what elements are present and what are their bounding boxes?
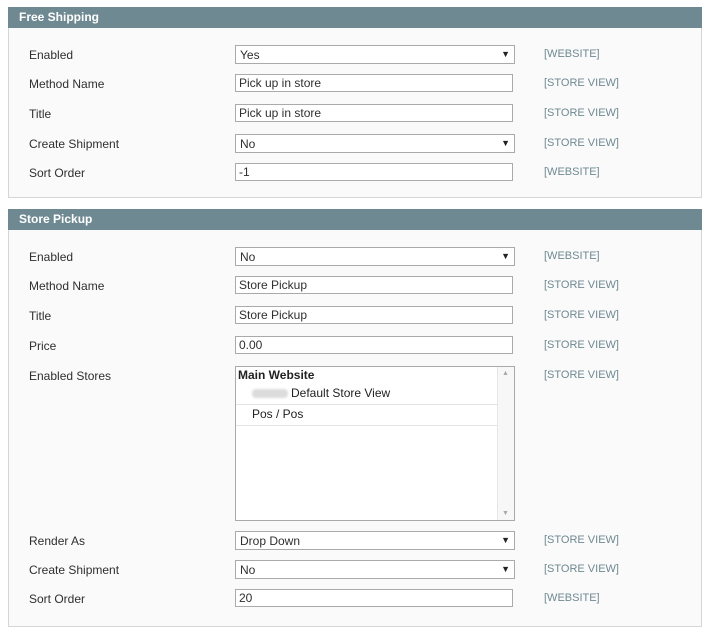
free-shipping-header[interactable]: Free Shipping — [8, 7, 702, 28]
section-title: Store Pickup — [19, 212, 93, 226]
scope-label: [WEBSITE] — [544, 592, 600, 604]
store-option[interactable]: Default Store View — [236, 383, 497, 405]
scope-label: [STORE VIEW] — [544, 339, 619, 351]
sp-enabled-row: Enabled No ▼ [WEBSITE] — [9, 247, 701, 267]
section-title: Free Shipping — [19, 10, 100, 24]
field-label: Create Shipment — [29, 563, 120, 577]
field-label: Method Name — [29, 279, 105, 293]
option-label: Default Store View — [291, 386, 391, 400]
fs-enabled-row: Enabled Yes ▼ [WEBSITE] — [9, 45, 701, 65]
scope-label: [STORE VIEW] — [544, 369, 619, 381]
optgroup-label: Main Website — [238, 368, 315, 382]
field-label: Create Shipment — [29, 137, 120, 151]
chevron-down-icon: ▼ — [501, 138, 510, 148]
scroll-up-icon[interactable]: ▲ — [502, 370, 509, 377]
field-label: Sort Order — [29, 592, 86, 606]
store-pickup-fields: Enabled No ▼ [WEBSITE] Method Name Store… — [8, 230, 702, 627]
sp-price-input[interactable]: 0.00 — [235, 336, 513, 354]
sp-sort-order-row: Sort Order 20 [WEBSITE] — [9, 589, 701, 609]
field-label: Sort Order — [29, 166, 86, 180]
field-label: Title — [29, 309, 52, 323]
enabled-stores-multiselect[interactable]: Main Website Default Store View Pos / Po… — [235, 366, 515, 521]
chevron-down-icon: ▼ — [501, 564, 510, 574]
sp-price-row: Price 0.00 [STORE VIEW] — [9, 336, 701, 356]
field-label: Method Name — [29, 77, 105, 91]
scope-label: [STORE VIEW] — [544, 534, 619, 546]
sp-render-as-row: Render As Drop Down ▼ [STORE VIEW] — [9, 531, 701, 551]
option-text-wrap: Default Store View — [252, 386, 390, 400]
scope-label: [STORE VIEW] — [544, 563, 619, 575]
scope-label: [STORE VIEW] — [544, 137, 619, 149]
sp-method-name-input[interactable]: Store Pickup — [235, 276, 513, 294]
fs-title-input[interactable]: Pick up in store — [235, 104, 513, 122]
store-option[interactable]: Pos / Pos — [236, 404, 497, 426]
scope-label: [WEBSITE] — [544, 250, 600, 262]
field-label: Price — [29, 339, 57, 353]
option-label: Pos / Pos — [252, 407, 304, 421]
sp-enabled-select[interactable]: No ▼ — [235, 247, 515, 266]
multiselect-scrollbar[interactable]: ▲ ▼ — [497, 367, 514, 520]
field-label: Enabled — [29, 250, 74, 264]
select-value: No — [240, 563, 256, 577]
fs-create-shipment-select[interactable]: No ▼ — [235, 134, 515, 153]
fs-sort-order-input[interactable]: -1 — [235, 163, 513, 181]
free-shipping-section: Free Shipping Enabled Yes ▼ [WEBSITE] Me… — [8, 7, 702, 199]
field-label: Title — [29, 107, 52, 121]
scope-label: [STORE VIEW] — [544, 279, 619, 291]
sp-title-row: Title Store Pickup [STORE VIEW] — [9, 306, 701, 326]
fs-create-shipment-row: Create Shipment No ▼ [STORE VIEW] — [9, 134, 701, 154]
fs-method-name-row: Method Name Pick up in store [STORE VIEW… — [9, 74, 701, 94]
sp-render-as-select[interactable]: Drop Down ▼ — [235, 531, 515, 550]
field-label: Enabled Stores — [29, 369, 112, 383]
field-label: Enabled — [29, 48, 74, 62]
scroll-down-icon[interactable]: ▼ — [502, 510, 509, 517]
chevron-down-icon: ▼ — [501, 535, 510, 545]
redacted-text — [252, 389, 288, 399]
field-label: Render As — [29, 534, 86, 548]
scope-label: [STORE VIEW] — [544, 107, 619, 119]
select-value: No — [240, 250, 256, 264]
sp-method-name-row: Method Name Store Pickup [STORE VIEW] — [9, 276, 701, 296]
sp-create-shipment-select[interactable]: No ▼ — [235, 560, 515, 579]
store-pickup-header[interactable]: Store Pickup — [8, 209, 702, 230]
scope-label: [WEBSITE] — [544, 166, 600, 178]
sp-title-input[interactable]: Store Pickup — [235, 306, 513, 324]
sp-create-shipment-row: Create Shipment No ▼ [STORE VIEW] — [9, 560, 701, 580]
scope-label: [STORE VIEW] — [544, 77, 619, 89]
fs-title-row: Title Pick up in store [STORE VIEW] — [9, 104, 701, 124]
select-value: Yes — [240, 48, 260, 62]
sp-enabled-stores-row: Enabled Stores Main Website Default Stor… — [9, 366, 701, 521]
fs-sort-order-row: Sort Order -1 [WEBSITE] — [9, 163, 701, 183]
select-value: No — [240, 137, 256, 151]
store-pickup-section: Store Pickup Enabled No ▼ [WEBSITE] Meth… — [8, 209, 702, 627]
chevron-down-icon: ▼ — [501, 251, 510, 261]
select-value: Drop Down — [240, 534, 301, 548]
scope-label: [STORE VIEW] — [544, 309, 619, 321]
free-shipping-fields: Enabled Yes ▼ [WEBSITE] Method Name Pick… — [8, 28, 702, 198]
scope-label: [WEBSITE] — [544, 48, 600, 60]
chevron-down-icon: ▼ — [501, 49, 510, 59]
sp-sort-order-input[interactable]: 20 — [235, 589, 513, 607]
fs-method-name-input[interactable]: Pick up in store — [235, 74, 513, 92]
fs-enabled-select[interactable]: Yes ▼ — [235, 45, 515, 64]
